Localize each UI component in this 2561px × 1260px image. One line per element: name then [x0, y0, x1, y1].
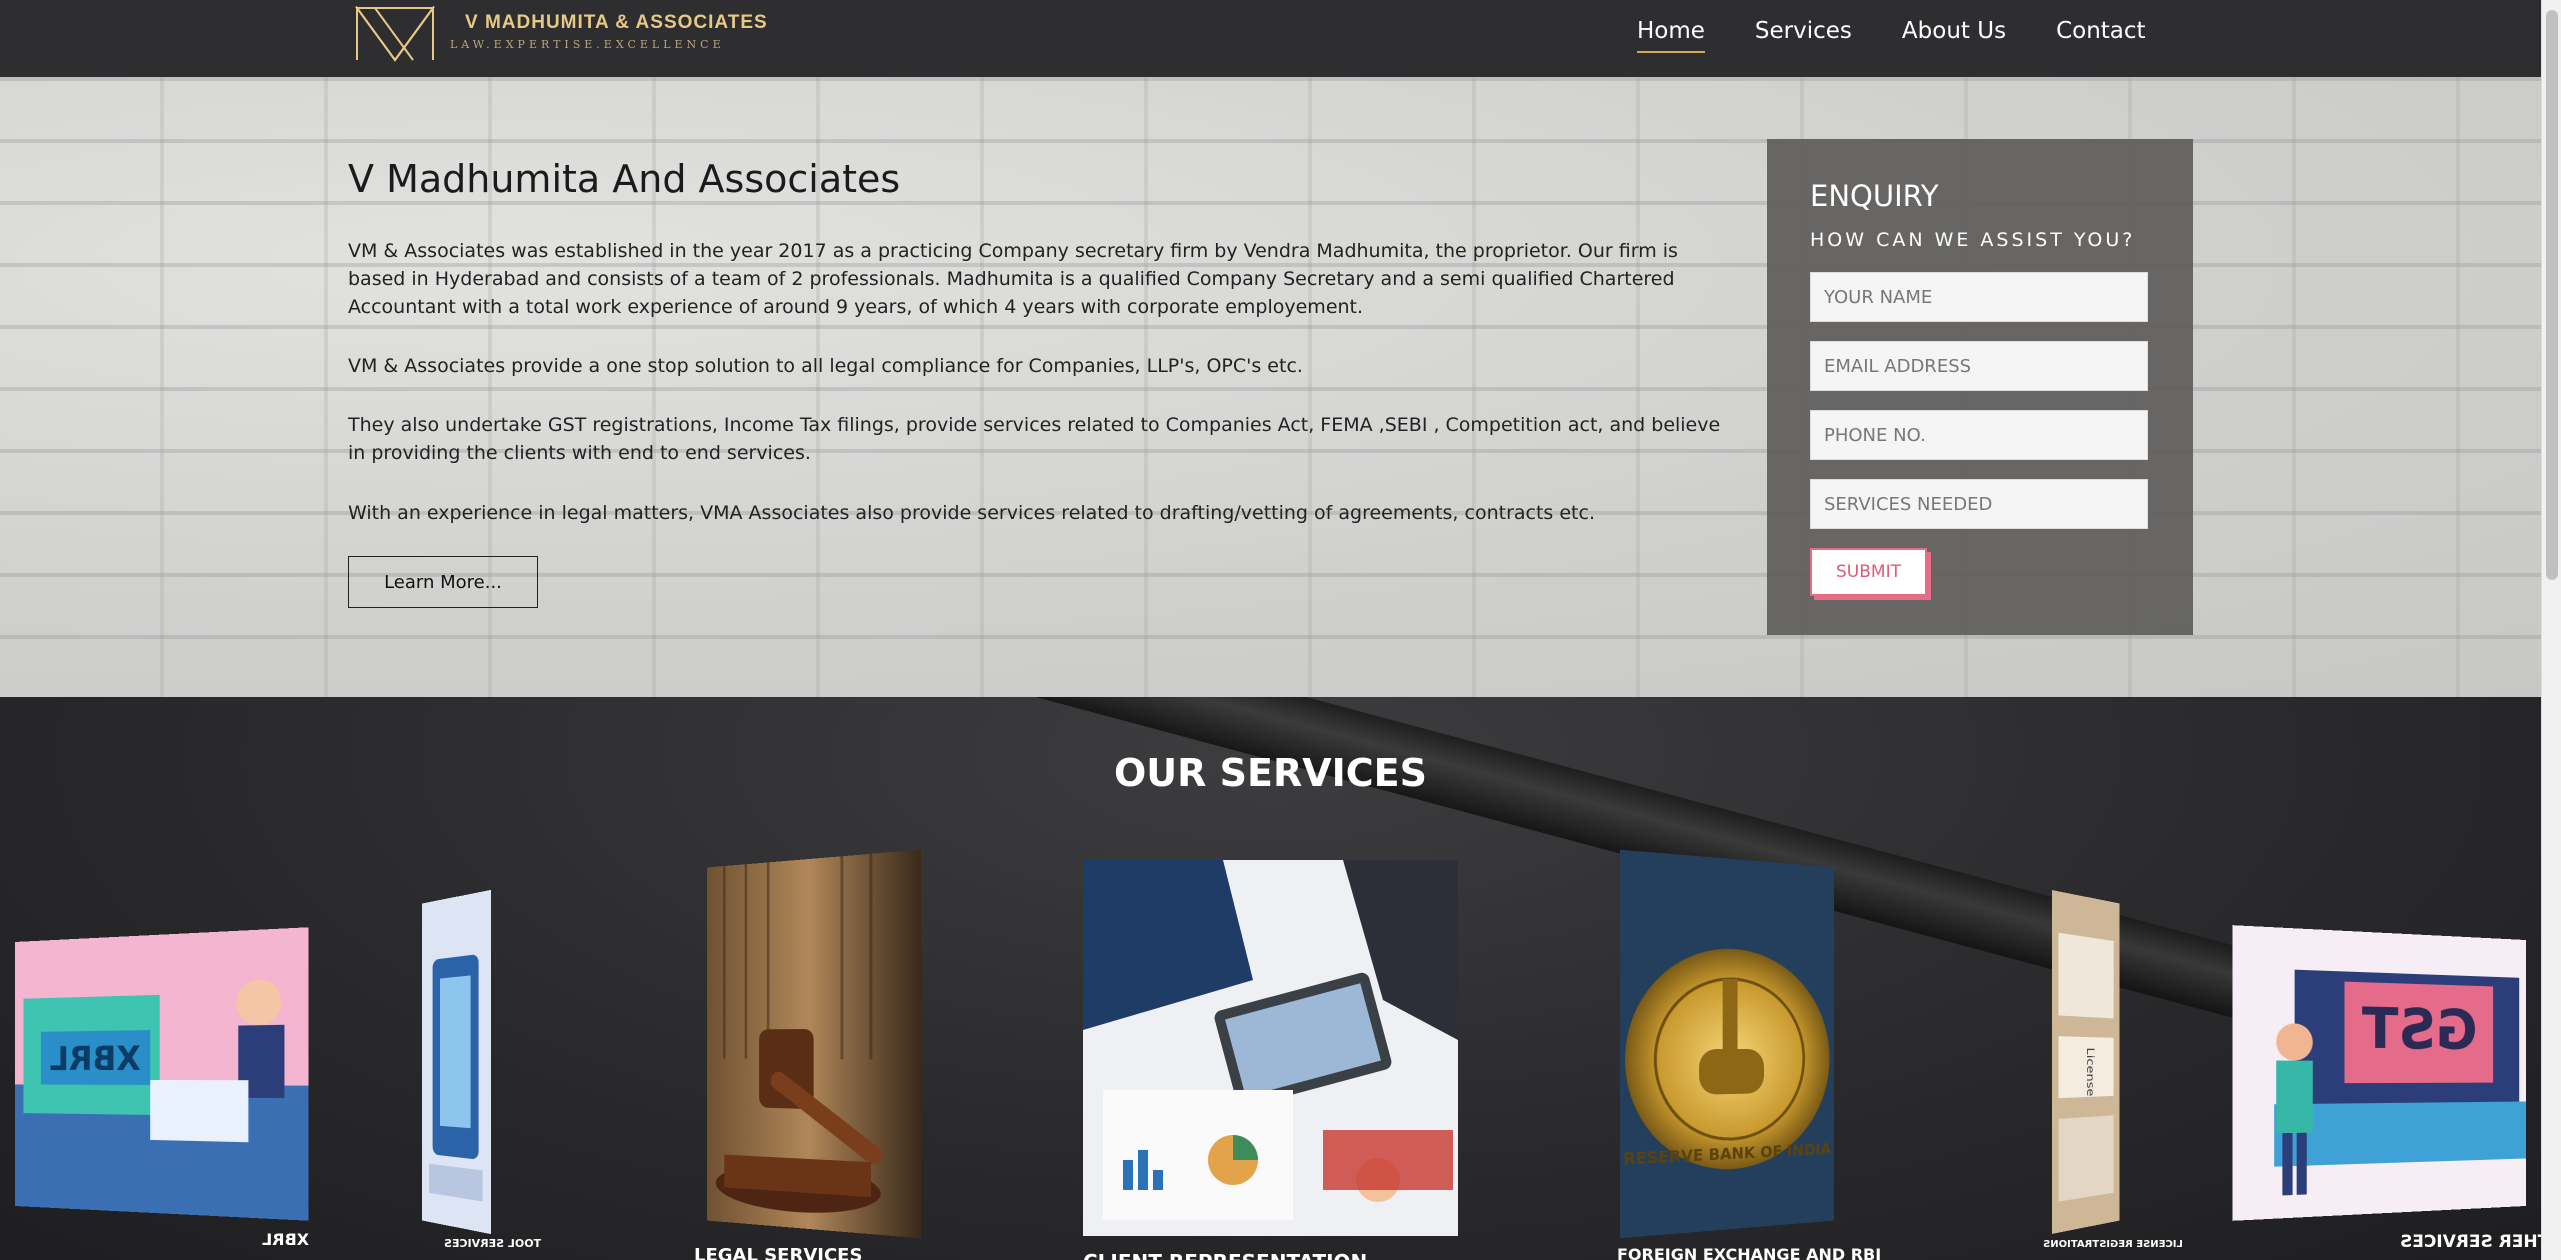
submit-button[interactable]: SUBMIT: [1810, 548, 1927, 596]
service-card-client-representation[interactable]: [1083, 860, 1458, 1236]
name-field[interactable]: [1810, 272, 2148, 322]
main-nav: Home Services About Us Contact: [1637, 18, 2196, 53]
scrollbar-thumb[interactable]: [2546, 10, 2558, 580]
service-caption-client-representation: CLIENT REPRESENTATION: [1083, 1250, 1367, 1260]
license-text: License: [2084, 1047, 2096, 1096]
xbrl-text: XBRL: [50, 1039, 141, 1079]
service-caption-tools: TOOL SERVICES: [444, 1237, 541, 1250]
service-card-license[interactable]: License: [2052, 890, 2120, 1234]
site-header: V MADHUMITA & ASSOCIATES LAW.EXPERTISE.E…: [0, 0, 2561, 78]
service-card-xbrl[interactable]: XBRL: [15, 927, 309, 1221]
business-meeting-photo-icon: [1083, 860, 1458, 1236]
gst-text: GST: [2362, 996, 2478, 1062]
service-caption-forex-rbi: FOREIGN EXCHANGE AND RBI: [1617, 1245, 1881, 1260]
license-photo-icon: License: [2052, 890, 2120, 1234]
service-caption-xbrl: XBRL: [262, 1230, 309, 1249]
about-paragraph-4: With an experience in legal matters, VMA…: [348, 499, 1738, 527]
nav-home[interactable]: Home: [1637, 18, 1705, 53]
services-section: OUR SERVICES XBRL XBRL TOOL SERVICES LEG…: [0, 697, 2541, 1260]
service-card-tools[interactable]: [422, 890, 491, 1234]
nav-about-us[interactable]: About Us: [1902, 18, 2006, 53]
rbi-seal-photo-icon: RESERVE BANK OF INDIA: [1620, 850, 1834, 1239]
email-field[interactable]: [1810, 341, 2148, 391]
phone-field[interactable]: [1810, 410, 2148, 460]
vm-logo-icon[interactable]: [355, 6, 435, 62]
device-illustration-icon: [422, 890, 491, 1234]
service-caption-license: LICENSE REGISTRATIONS: [2043, 1239, 2183, 1250]
service-card-legal[interactable]: [707, 850, 921, 1239]
enquiry-title: ENQUIRY: [1810, 179, 1939, 213]
enquiry-form: ENQUIRY HOW CAN WE ASSIST YOU? SUBMIT: [1767, 139, 2193, 635]
xbrl-illustration-icon: XBRL: [15, 927, 309, 1221]
learn-more-button[interactable]: Learn More...: [348, 556, 538, 608]
services-needed-field[interactable]: [1810, 479, 2148, 529]
gst-illustration-icon: GST: [2232, 925, 2526, 1221]
page-title: V Madhumita And Associates: [348, 157, 900, 201]
service-card-forex-rbi[interactable]: RESERVE BANK OF INDIA: [1620, 850, 1834, 1239]
services-heading: OUR SERVICES: [0, 751, 2541, 795]
about-paragraph-2: VM & Associates provide a one stop solut…: [348, 352, 1738, 380]
service-caption-other: OTHER SERVICES: [2400, 1232, 2541, 1252]
hero-section: V Madhumita And Associates VM & Associat…: [0, 77, 2541, 697]
brand-tagline: LAW.EXPERTISE.EXCELLENCE: [450, 38, 725, 51]
nav-contact[interactable]: Contact: [2056, 18, 2145, 53]
gavel-photo-icon: [707, 850, 921, 1239]
service-caption-legal: LEGAL SERVICES: [694, 1245, 862, 1260]
page-scrollbar[interactable]: [2541, 0, 2561, 1260]
nav-services[interactable]: Services: [1755, 18, 1852, 53]
about-paragraph-3: They also undertake GST registrations, I…: [348, 411, 1738, 467]
brand-title[interactable]: V MADHUMITA & ASSOCIATES: [465, 12, 768, 34]
enquiry-subtitle: HOW CAN WE ASSIST YOU?: [1810, 229, 2135, 251]
service-card-other[interactable]: GST: [2232, 925, 2526, 1221]
about-paragraph-1: VM & Associates was established in the y…: [348, 237, 1738, 321]
